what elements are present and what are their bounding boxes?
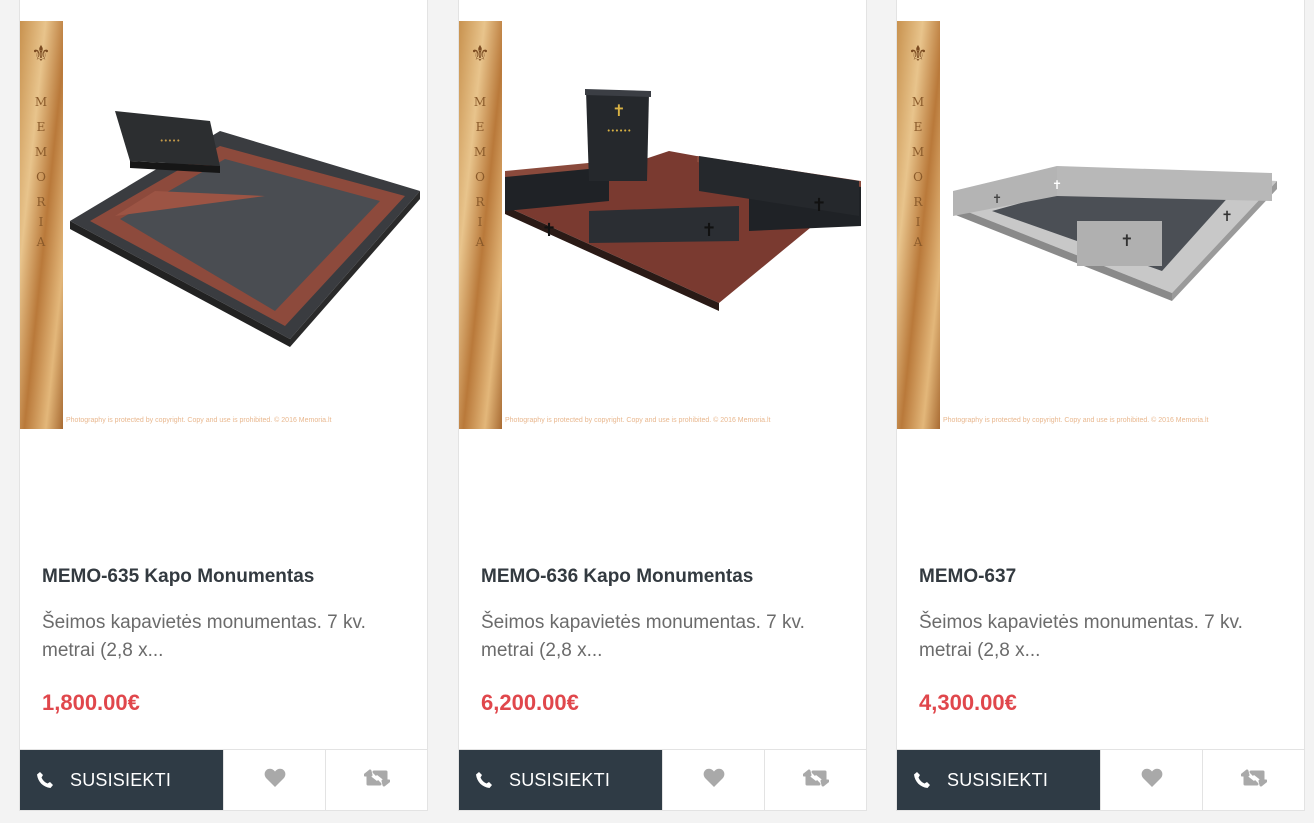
svg-text:E: E <box>914 120 923 134</box>
wishlist-button[interactable] <box>1100 750 1202 810</box>
svg-text:R: R <box>475 195 485 209</box>
heart-icon <box>703 768 725 793</box>
svg-text:⚜: ⚜ <box>908 42 928 67</box>
product-price: 6,200.00€ <box>481 690 579 715</box>
retweet-icon <box>802 769 829 792</box>
heart-icon <box>1141 768 1163 793</box>
svg-text:E: E <box>37 120 46 134</box>
svg-text:A: A <box>913 235 923 249</box>
product-card[interactable]: ⚜ M E M O R I A ✝ ✝ ✝ ✝ Photography is p… <box>896 0 1305 811</box>
svg-text:R: R <box>913 195 923 209</box>
product-actions: SUSISIEKTI <box>20 749 427 810</box>
svg-text:✝: ✝ <box>1120 231 1133 250</box>
image-watermark: Photography is protected by copyright. C… <box>943 417 1209 424</box>
product-description: Šeimos kapavietės monumentas. 7 kv. metr… <box>919 612 1243 661</box>
heart-icon <box>264 768 286 793</box>
phone-icon <box>913 771 931 789</box>
product-image[interactable]: ⚜ M E M O R I A ••••• Photography is pro… <box>20 21 427 429</box>
svg-text:M: M <box>35 145 47 159</box>
product-card[interactable]: ⚜ M E M O R I A ✝ •••••• ✝ ✝ ✝ Photograp… <box>458 0 867 811</box>
product-card[interactable]: ⚜ M E M O R I A ••••• Photography is pro… <box>19 0 428 811</box>
wishlist-button[interactable] <box>223 750 325 810</box>
svg-text:•••••: ••••• <box>160 137 181 145</box>
svg-text:✝: ✝ <box>1052 178 1062 192</box>
svg-text:O: O <box>913 170 923 184</box>
svg-text:⚜: ⚜ <box>31 42 51 67</box>
svg-text:M: M <box>912 145 924 159</box>
contact-button[interactable]: SUSISIEKTI <box>459 750 662 810</box>
product-price: 4,300.00€ <box>919 690 1017 715</box>
contact-button-label: SUSISIEKTI <box>70 769 172 790</box>
svg-text:I: I <box>478 215 483 229</box>
svg-text:I: I <box>916 215 921 229</box>
product-description: Šeimos kapavietės monumentas. 7 kv. metr… <box>481 612 805 661</box>
svg-text:✝: ✝ <box>612 101 625 120</box>
svg-text:A: A <box>475 235 485 249</box>
phone-icon <box>475 771 493 789</box>
contact-button[interactable]: SUSISIEKTI <box>20 750 223 810</box>
svg-text:✝: ✝ <box>1221 209 1233 225</box>
product-image[interactable]: ⚜ M E M O R I A ✝ ✝ ✝ ✝ Photography is p… <box>897 21 1304 429</box>
svg-text:M: M <box>474 145 486 159</box>
svg-text:A: A <box>36 235 46 249</box>
svg-text:M: M <box>474 95 486 109</box>
svg-text:••••••: •••••• <box>607 127 632 135</box>
retweet-icon <box>1240 769 1267 792</box>
svg-text:R: R <box>36 195 46 209</box>
svg-text:✝: ✝ <box>541 220 556 241</box>
svg-text:O: O <box>475 170 485 184</box>
svg-text:E: E <box>476 120 485 134</box>
product-price: 1,800.00€ <box>42 690 140 715</box>
product-description: Šeimos kapavietės monumentas. 7 kv. metr… <box>42 612 366 661</box>
product-actions: SUSISIEKTI <box>459 749 866 810</box>
svg-text:M: M <box>35 95 47 109</box>
phone-icon <box>36 771 54 789</box>
compare-button[interactable] <box>1202 750 1304 810</box>
retweet-icon <box>363 769 390 792</box>
contact-button-label: SUSISIEKTI <box>509 769 611 790</box>
svg-text:✝: ✝ <box>811 195 826 216</box>
svg-text:✝: ✝ <box>992 192 1002 206</box>
compare-button[interactable] <box>325 750 427 810</box>
product-grid: ⚜ M E M O R I A ••••• Photography is pro… <box>0 0 1314 823</box>
svg-text:I: I <box>39 215 44 229</box>
product-title[interactable]: MEMO-636 Kapo Monumentas <box>481 566 753 588</box>
svg-text:✝: ✝ <box>701 220 716 241</box>
image-watermark: Photography is protected by copyright. C… <box>505 417 771 424</box>
wishlist-button[interactable] <box>662 750 764 810</box>
contact-button-label: SUSISIEKTI <box>947 769 1049 790</box>
product-image[interactable]: ⚜ M E M O R I A ✝ •••••• ✝ ✝ ✝ Photograp… <box>459 21 866 429</box>
contact-button[interactable]: SUSISIEKTI <box>897 750 1100 810</box>
product-title[interactable]: MEMO-635 Kapo Monumentas <box>42 566 314 588</box>
image-watermark: Photography is protected by copyright. C… <box>66 417 332 424</box>
svg-text:M: M <box>912 95 924 109</box>
product-title[interactable]: MEMO-637 <box>919 566 1016 588</box>
product-actions: SUSISIEKTI <box>897 749 1304 810</box>
compare-button[interactable] <box>764 750 866 810</box>
svg-text:O: O <box>36 170 46 184</box>
svg-text:⚜: ⚜ <box>470 42 490 67</box>
